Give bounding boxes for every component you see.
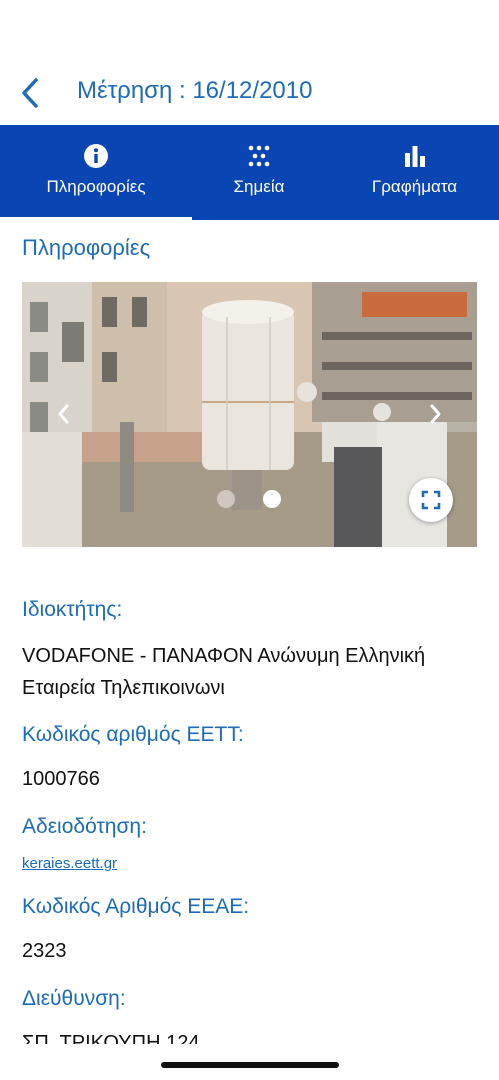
owner-label: Ιδιοκτήτης:	[22, 598, 123, 621]
tab-points-label: Σημεία	[233, 177, 285, 196]
section-title: Πληροφορίες	[22, 235, 151, 260]
previous-photo-button[interactable]	[52, 400, 76, 428]
chevron-left-icon	[58, 404, 69, 424]
tab-points[interactable]: Σημεία	[176, 125, 342, 220]
tab-charts-label: Γραφήματα	[371, 177, 458, 196]
bar-chart-icon	[404, 146, 425, 167]
tab-info[interactable]: Πληροφορίες	[0, 125, 192, 220]
page-title: Μέτρηση : 16/12/2010	[77, 77, 313, 104]
active-tab-indicator	[0, 217, 192, 220]
carousel-dot[interactable]	[263, 490, 281, 508]
photo-carousel[interactable]	[22, 282, 477, 547]
fullscreen-icon	[421, 490, 441, 510]
eeae-code-value: 2323	[22, 940, 67, 962]
info-icon	[84, 144, 108, 168]
tab-info-label: Πληροφορίες	[46, 177, 146, 196]
tab-charts[interactable]: Γραφήματα	[330, 125, 499, 220]
back-button[interactable]	[16, 76, 46, 110]
license-label: Αδειοδότηση:	[22, 815, 147, 838]
home-indicator[interactable]	[161, 1062, 339, 1068]
next-photo-button[interactable]	[423, 400, 447, 428]
top-bar: Μέτρηση : 16/12/2010	[0, 62, 499, 124]
address-value: ΣΠ. ΤΡΙΚΟΥΠΗ 124	[22, 1032, 200, 1044]
address-label: Διεύθυνση:	[22, 987, 126, 1010]
fullscreen-button[interactable]	[409, 478, 453, 522]
eeae-code-label: Κωδικός Αριθμός ΕΕΑΕ:	[22, 895, 250, 918]
carousel-dot[interactable]	[217, 490, 235, 508]
eett-code-value: 1000766	[22, 768, 100, 790]
license-link[interactable]: keraies.eett.gr	[22, 855, 117, 872]
dots-icon	[248, 145, 270, 167]
content-area: Μέτρηση : 16/12/2010 Πληροφορίες Σημεία …	[0, 0, 499, 1044]
eett-code-label: Κωδικός αριθμός ΕΕΤΤ:	[22, 723, 244, 746]
owner-value: VODAFONE - ΠΑΝΑΦΟΝ Ανώνυμη Ελληνική Εται…	[22, 645, 426, 699]
tab-bar: Πληροφορίες Σημεία Γραφήματα	[0, 125, 499, 220]
chevron-left-icon	[22, 78, 38, 108]
chevron-right-icon	[430, 404, 441, 424]
antenna-photo	[22, 282, 477, 547]
